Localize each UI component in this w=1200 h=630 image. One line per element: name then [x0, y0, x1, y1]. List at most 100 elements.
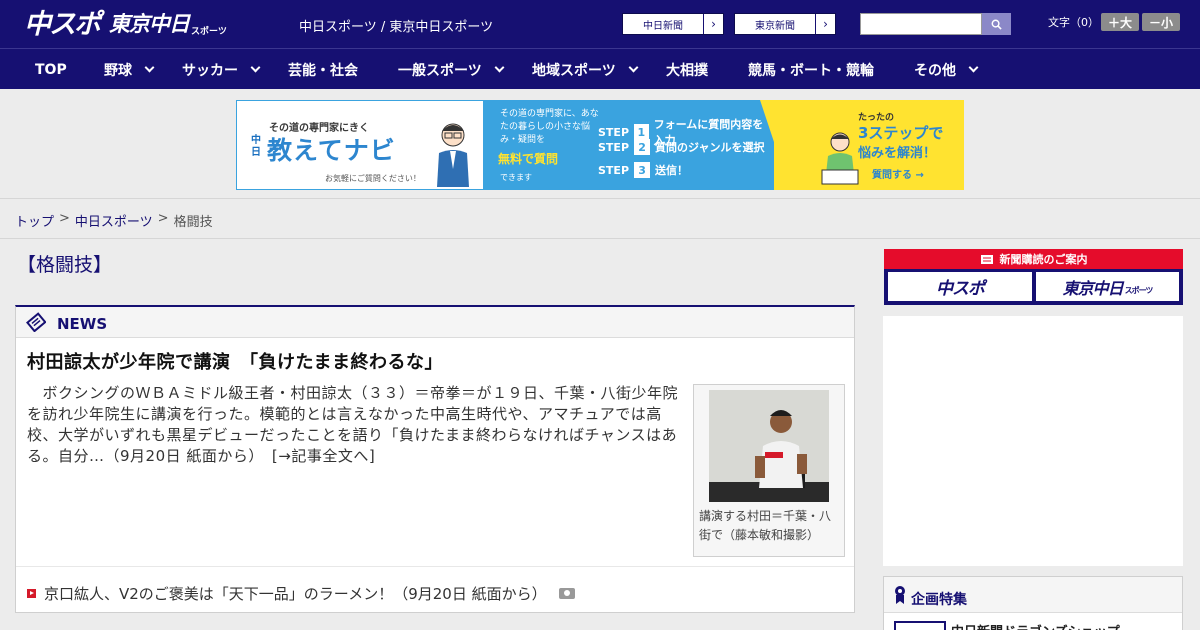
banner-brand-small: 中日: [251, 135, 261, 158]
news-divider: [16, 566, 854, 567]
breadcrumb-separator: >: [59, 211, 70, 226]
chevron-down-icon: [250, 62, 261, 73]
news-section: NEWS 村田諒太が少年院で講演 「負けたまま終わるな」 ボクシングのＷＢＡミド…: [15, 305, 855, 613]
font-size-label: 文字（0）: [1048, 16, 1099, 29]
banner-can: できます: [500, 173, 532, 182]
chevron-down-icon: [494, 62, 505, 73]
step-word: STEP: [598, 140, 630, 154]
nav-entertainment[interactable]: 芸能・社会: [288, 49, 358, 90]
bullet-arrow-icon: [27, 589, 36, 598]
banner-brand-panel: その道の専門家にきく 中日 教えてナビ お気軽にご質問ください！: [236, 100, 484, 190]
chunichi-shimbun-link[interactable]: 中日新聞 ›: [622, 13, 724, 35]
search-button[interactable]: [982, 13, 1011, 35]
nav-label: 競馬・ボート・競輪: [748, 62, 874, 79]
step-word: STEP: [598, 125, 630, 139]
article-photo[interactable]: [709, 390, 829, 502]
tokyo-shimbun-label: 東京新聞: [755, 20, 795, 32]
subscribe-chuspo-button[interactable]: 中スポ: [888, 272, 1032, 301]
feature-thumbnail[interactable]: [894, 621, 946, 630]
subscribe-tokyo-button[interactable]: 東京中日 スポーツ: [1036, 272, 1179, 301]
feature-title: 企画特集: [911, 592, 967, 608]
banner-description: その道の専門家に、あなたの暮らしの小さな悩み・疑問を: [500, 109, 599, 145]
banner-divider: [760, 100, 790, 190]
font-larger-button[interactable]: ＋大: [1101, 13, 1139, 31]
tokyo-shimbun-link[interactable]: 東京新聞 ›: [734, 13, 836, 35]
chunichi-shimbun-label: 中日新聞: [643, 20, 683, 32]
main-nav: TOP 野球 サッカー 芸能・社会 一般スポーツ 地域スポーツ 大相撲 競馬・ボ…: [0, 48, 1200, 89]
banner-three-steps: 3ステップで: [858, 124, 944, 142]
chevron-down-icon: [628, 62, 639, 73]
breadcrumb-home[interactable]: トップ: [15, 211, 54, 230]
logo-tokyo-sub: スポーツ: [191, 26, 227, 37]
banner-step-2: STEP 2 質問のジャンルを選択: [598, 139, 764, 155]
nav-label: 野球: [104, 62, 132, 79]
subscription-header[interactable]: 新聞購読のご案内: [884, 249, 1183, 269]
font-smaller-button[interactable]: －小: [1142, 13, 1180, 31]
nav-label: TOP: [35, 61, 67, 78]
feature-header: 企画特集: [884, 577, 1182, 613]
site-logo[interactable]: 中スポ 東京中日 スポーツ: [24, 8, 227, 40]
top-header: 中スポ 東京中日 スポーツ 中日スポーツ / 東京中日スポーツ 中日新聞 › 東…: [0, 0, 1200, 48]
nav-label: その他: [914, 62, 956, 79]
banner-solve: 悩みを解消！: [858, 146, 937, 161]
subscribe-tokyo-label: 東京中日: [1062, 278, 1124, 298]
ribbon-badge-icon: [895, 586, 905, 604]
search-input[interactable]: [860, 13, 982, 35]
logo-chuspo: 中スポ: [24, 8, 101, 40]
logo-tokyo-chunichi: 東京中日: [109, 11, 190, 36]
nav-local-sports[interactable]: 地域スポーツ: [532, 49, 639, 90]
chevron-down-icon: [968, 62, 979, 73]
step-text: 送信！: [655, 164, 689, 177]
nav-label: 地域スポーツ: [532, 62, 616, 79]
subscription-title: 新聞購読のご案内: [999, 253, 1088, 266]
feature-section: 企画特集 中日新聞ドラゴンズショップ: [883, 576, 1183, 630]
article-title[interactable]: 村田諒太が少年院で講演 「負けたまま終わるな」: [27, 348, 443, 374]
nav-sumo[interactable]: 大相撲: [666, 49, 708, 90]
news-header: NEWS: [16, 307, 854, 338]
banner-area: その道の専門家にきく 中日 教えてナビ お気軽にご質問ください！ その道の専門家…: [0, 89, 1200, 199]
breadcrumb-section[interactable]: 中日スポーツ: [75, 211, 153, 230]
step-number: 2: [634, 139, 651, 155]
boxer-photo-illustration: [709, 390, 829, 502]
chevron-down-icon: [144, 62, 155, 73]
news-label: NEWS: [57, 315, 108, 333]
nav-general-sports[interactable]: 一般スポーツ: [398, 49, 505, 90]
chevron-right-icon: ›: [815, 14, 835, 34]
banner-brand: 教えてナビ: [267, 136, 396, 165]
step-number: 1: [634, 124, 649, 140]
search-icon: [991, 19, 1002, 30]
article-summary[interactable]: ボクシングのＷＢＡミドル級王者・村田諒太（３３）＝帝拳＝が１９日、千葉・八街少年…: [27, 383, 687, 467]
photo-caption: 講演する村田＝千葉・八街で（藤本敏和撮影）: [699, 509, 832, 542]
banner-cta-panel: たったの 3ステップで 悩みを解消！ 質問する →: [760, 100, 964, 190]
banner-free: 無料で質問: [498, 152, 559, 166]
step-number: 3: [634, 162, 651, 178]
breadcrumb-divider: [0, 238, 1200, 239]
step-text: 質問のジャンルを選択: [655, 141, 765, 154]
page-title: 【格闘技】: [17, 254, 113, 276]
site-title[interactable]: 中日スポーツ / 東京中日スポーツ: [299, 16, 493, 35]
newspaper-icon: [26, 312, 46, 332]
subscribe-tokyo-sub: スポーツ: [1124, 286, 1154, 295]
nav-label: 大相撲: [666, 62, 708, 79]
nav-other[interactable]: その他: [914, 49, 979, 90]
nav-label: 芸能・社会: [288, 62, 358, 79]
newspaper-icon: [980, 254, 993, 264]
step-word: STEP: [598, 163, 630, 177]
breadcrumb-separator: >: [157, 211, 169, 226]
article-photo-box[interactable]: 講演する村田＝千葉・八街で（藤本敏和撮影）: [693, 384, 845, 557]
expert-illustration-icon: [437, 123, 469, 187]
subscription-box: 新聞購読のご案内 中スポ 東京中日 スポーツ: [884, 249, 1183, 305]
breadcrumb-current: 格闘技: [173, 215, 213, 230]
nav-top[interactable]: TOP: [35, 49, 67, 90]
banner-step-3: STEP 3 送信！: [598, 162, 688, 178]
ad-slot[interactable]: [883, 316, 1183, 566]
oshiete-navi-banner[interactable]: その道の専門家にきく 中日 教えてナビ お気軽にご質問ください！ その道の専門家…: [236, 100, 964, 190]
nav-keiba[interactable]: 競馬・ボート・競輪: [748, 49, 874, 90]
nav-soccer[interactable]: サッカー: [182, 49, 261, 90]
related-article-link[interactable]: 京口紘人、V2のご褒美は「天下一品」のラーメン！（9月20日 紙面から）: [27, 583, 575, 604]
banner-note: お気軽にご質問ください！: [325, 174, 421, 183]
breadcrumb: トップ > 中日スポーツ > 格闘技: [15, 211, 213, 230]
banner-cta[interactable]: 質問する →: [872, 166, 924, 181]
nav-baseball[interactable]: 野球: [104, 49, 155, 90]
feature-item-link[interactable]: 中日新聞ドラゴンズショップ: [951, 621, 1120, 630]
